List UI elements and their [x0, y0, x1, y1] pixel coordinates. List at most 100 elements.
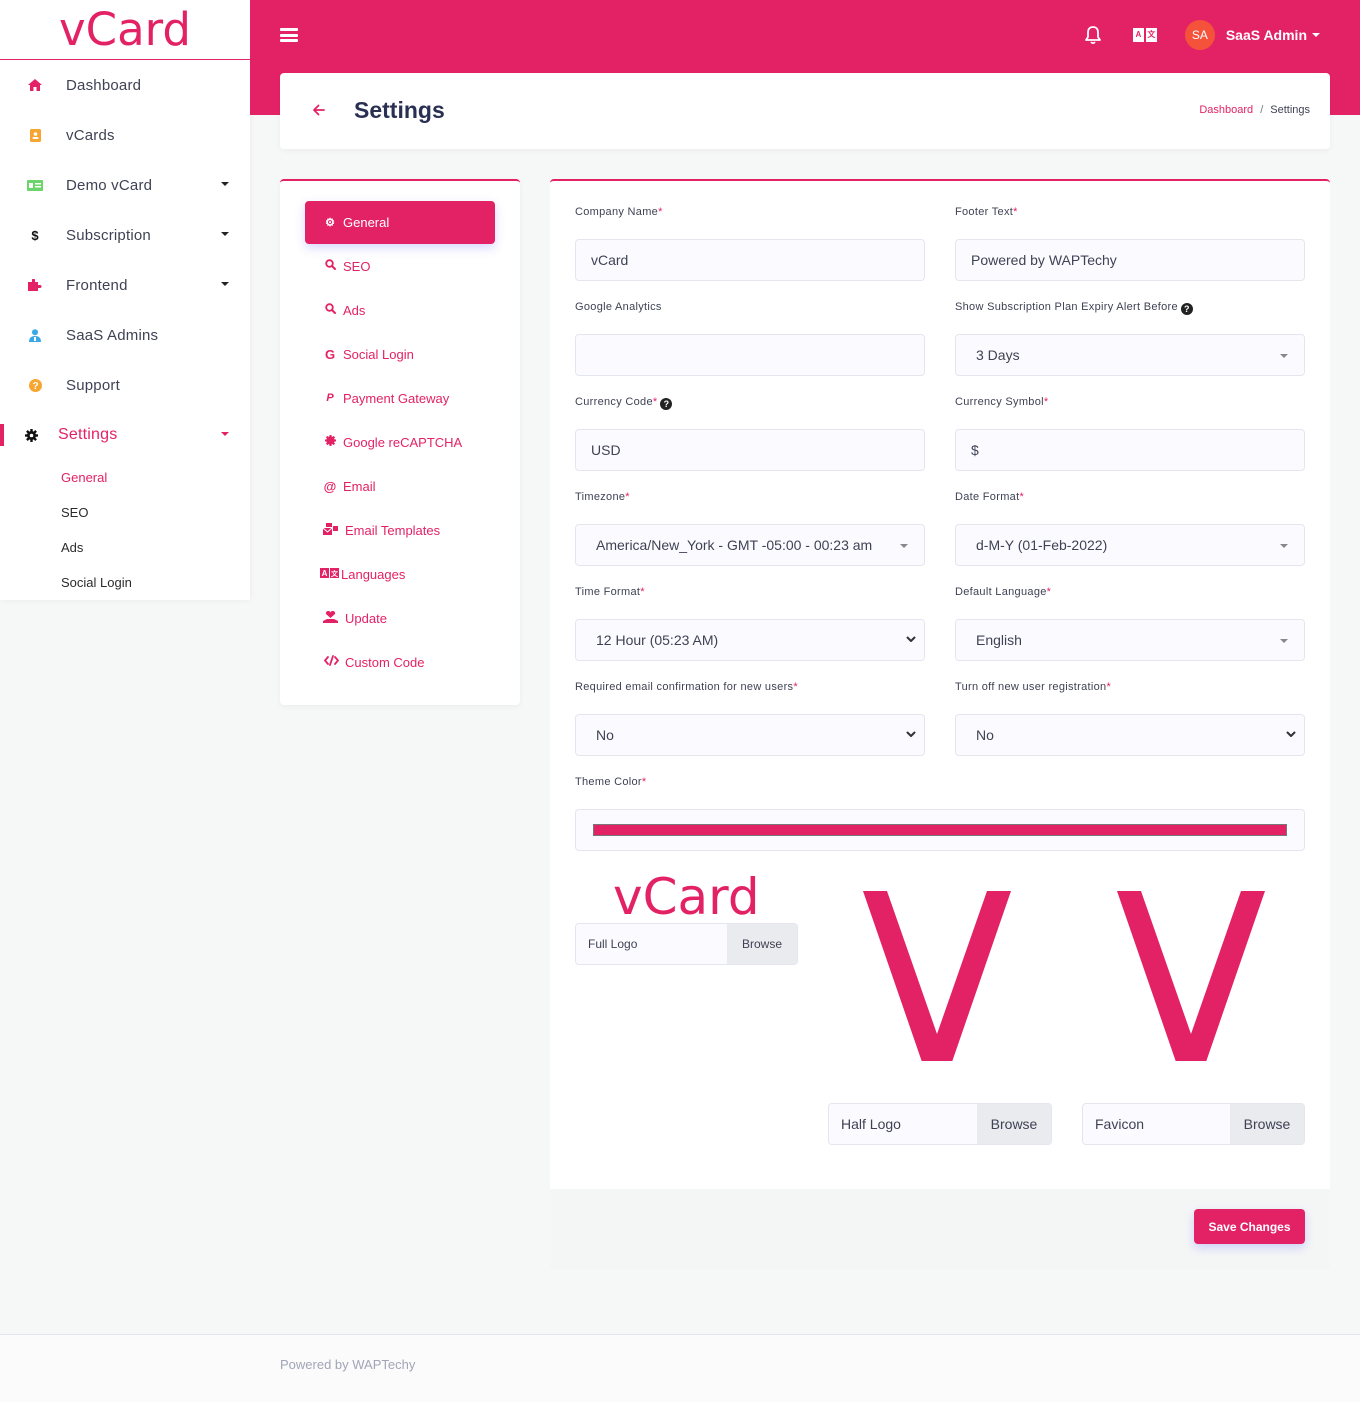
- settings-tab-label: Ads: [343, 302, 366, 318]
- settings-tab-custom-code[interactable]: Custom Code: [280, 640, 520, 684]
- settings-tab-seo[interactable]: SEO: [280, 244, 520, 288]
- general-settings-form: Company Name* vCard Footer Text* Powered…: [550, 179, 1330, 1189]
- breadcrumb-separator: /: [1260, 104, 1264, 116]
- page-footer: Powered by WAPTechy: [0, 1334, 1360, 1402]
- sidebar-item-demo-vcard[interactable]: Demo vCard: [0, 160, 250, 210]
- home-icon: [27, 77, 43, 93]
- expiry-alert-select[interactable]: 3 Days: [955, 334, 1305, 376]
- settings-tab-label: Payment Gateway: [343, 390, 450, 406]
- footer-text-input[interactable]: Powered by WAPTechy: [955, 239, 1305, 281]
- search-icon: [323, 259, 337, 273]
- submenu-item-seo[interactable]: SEO: [0, 495, 250, 530]
- timezone-label: Timezone*: [575, 491, 630, 503]
- timezone-select[interactable]: America/New_York - GMT -05:00 - 00:23 am: [575, 524, 925, 566]
- sidebar: vCard Dashboard vCards Demo vCard $ Subs…: [0, 0, 250, 600]
- submenu-item-general[interactable]: General: [0, 460, 250, 495]
- breadcrumb-dashboard[interactable]: Dashboard: [1199, 104, 1253, 116]
- save-changes-button[interactable]: Save Changes: [1194, 1209, 1305, 1244]
- company-name-input[interactable]: vCard: [575, 239, 925, 281]
- full-logo-file-input[interactable]: Full Logo Browse: [575, 923, 798, 965]
- settings-nav: ⚙ General SEO Ads G Social Login P Payment …: [280, 179, 520, 705]
- svg-text:文: 文: [331, 569, 339, 578]
- sidebar-item-dashboard[interactable]: Dashboard: [0, 60, 250, 110]
- user-tie-icon: [27, 327, 43, 343]
- dropdown-arrow-icon: [900, 544, 908, 548]
- date-format-select[interactable]: d-M-Y (01-Feb-2022): [955, 524, 1305, 566]
- user-menu-button[interactable]: SaaS Admin: [1226, 27, 1320, 43]
- chevron-down-icon: [1286, 731, 1296, 737]
- settings-tab-label: Custom Code: [345, 654, 425, 670]
- expiry-alert-label: Show Subscription Plan Expiry Alert Befo…: [955, 301, 1305, 317]
- menu-icon[interactable]: [280, 26, 298, 44]
- settings-tab-languages[interactable]: A文 Languages: [280, 552, 520, 596]
- currency-symbol-input[interactable]: $: [955, 429, 1305, 471]
- settings-tab-email-templates[interactable]: Email Templates: [280, 508, 520, 552]
- google-icon: G: [324, 346, 336, 362]
- language-icon[interactable]: A文: [1132, 28, 1157, 42]
- sidebar-item-frontend[interactable]: Frontend: [0, 260, 250, 310]
- avatar[interactable]: SA: [1184, 20, 1215, 50]
- default-language-group: Default Language* English: [955, 586, 1305, 661]
- code-icon: [323, 655, 339, 669]
- half-logo-browse-button[interactable]: Browse: [977, 1104, 1051, 1144]
- sidebar-item-support[interactable]: ? Support: [0, 360, 250, 410]
- breadcrumb: Dashboard / Settings: [1199, 104, 1310, 116]
- footer-text: Powered by WAPTechy: [280, 1357, 416, 1372]
- settings-tab-ads[interactable]: Ads: [280, 288, 520, 332]
- help-icon[interactable]: ?: [1180, 303, 1193, 315]
- time-format-label: Time Format*: [575, 586, 645, 598]
- submenu-item-ads[interactable]: Ads: [0, 530, 250, 565]
- settings-tab-update[interactable]: Update: [280, 596, 520, 640]
- theme-color-picker[interactable]: [575, 809, 1305, 851]
- svg-text:A: A: [321, 569, 327, 578]
- breadcrumb-current: Settings: [1270, 104, 1310, 116]
- half-logo-preview: [863, 891, 1011, 1061]
- settings-tab-google-recaptcha[interactable]: Google reCAPTCHA: [280, 420, 520, 464]
- google-analytics-input[interactable]: [575, 334, 925, 376]
- sidebar-item-label: Settings: [58, 426, 118, 443]
- full-logo-browse-button[interactable]: Browse: [727, 924, 797, 964]
- settings-tab-general[interactable]: ⚙ General: [305, 201, 495, 244]
- bell-icon[interactable]: [1083, 25, 1103, 45]
- currency-code-input[interactable]: USD: [575, 429, 925, 471]
- page-title: Settings: [354, 97, 445, 123]
- favicon-file-input[interactable]: Favicon Browse: [1082, 1103, 1305, 1145]
- mail-bulk-icon: [322, 522, 338, 538]
- currency-code-group: Currency Code*? USD: [575, 396, 925, 471]
- hand-holding-heart-icon: [323, 610, 338, 626]
- chevron-down-icon: [221, 282, 229, 286]
- settings-tab-social-login[interactable]: G Social Login: [280, 332, 520, 376]
- sidebar-item-label: Subscription: [66, 226, 151, 244]
- topbar-actions: A文 SA SaaS Admin: [1083, 20, 1320, 50]
- sidebar-item-saas-admins[interactable]: SaaS Admins: [0, 310, 250, 360]
- email-confirmation-select[interactable]: No: [575, 714, 925, 756]
- timezone-group: Timezone* America/New_York - GMT -05:00 …: [575, 491, 925, 566]
- certificate-icon: [323, 435, 337, 449]
- sidebar-item-settings[interactable]: Settings: [0, 410, 250, 460]
- half-logo-file-input[interactable]: Half Logo Browse: [828, 1103, 1052, 1145]
- currency-symbol-label: Currency Symbol*: [955, 396, 1049, 408]
- brand-logo[interactable]: vCard: [0, 0, 250, 60]
- default-language-select[interactable]: English: [955, 619, 1305, 661]
- sidebar-item-subscription[interactable]: $ Subscription: [0, 210, 250, 260]
- turn-off-registration-select[interactable]: No: [955, 714, 1305, 756]
- time-format-group: Time Format* 12 Hour (05:23 AM): [575, 586, 925, 661]
- theme-color-group: Theme Color*: [575, 776, 1305, 792]
- submenu-item-social-login[interactable]: Social Login: [0, 565, 250, 600]
- cogs-icon: ⚙: [325, 217, 335, 229]
- date-format-value: d-M-Y (01-Feb-2022): [976, 537, 1108, 553]
- page-header: Settings Dashboard / Settings: [280, 73, 1330, 149]
- back-arrow-icon[interactable]: [312, 103, 326, 117]
- settings-tab-email[interactable]: @ Email: [280, 464, 520, 508]
- favicon-browse-button[interactable]: Browse: [1230, 1104, 1304, 1144]
- sidebar-item-vcards[interactable]: vCards: [0, 110, 250, 160]
- expiry-alert-group: Show Subscription Plan Expiry Alert Befo…: [955, 301, 1305, 376]
- settings-tab-label: Update: [345, 610, 387, 626]
- company-name-group: Company Name* vCard: [575, 206, 925, 281]
- settings-tab-payment-gateway[interactable]: P Payment Gateway: [280, 376, 520, 420]
- help-icon[interactable]: ?: [660, 398, 673, 410]
- time-format-select[interactable]: 12 Hour (05:23 AM): [575, 619, 925, 661]
- paypal-icon: P: [326, 392, 334, 404]
- sidebar-item-label: Frontend: [66, 276, 128, 294]
- dropdown-arrow-icon: [1280, 639, 1288, 643]
